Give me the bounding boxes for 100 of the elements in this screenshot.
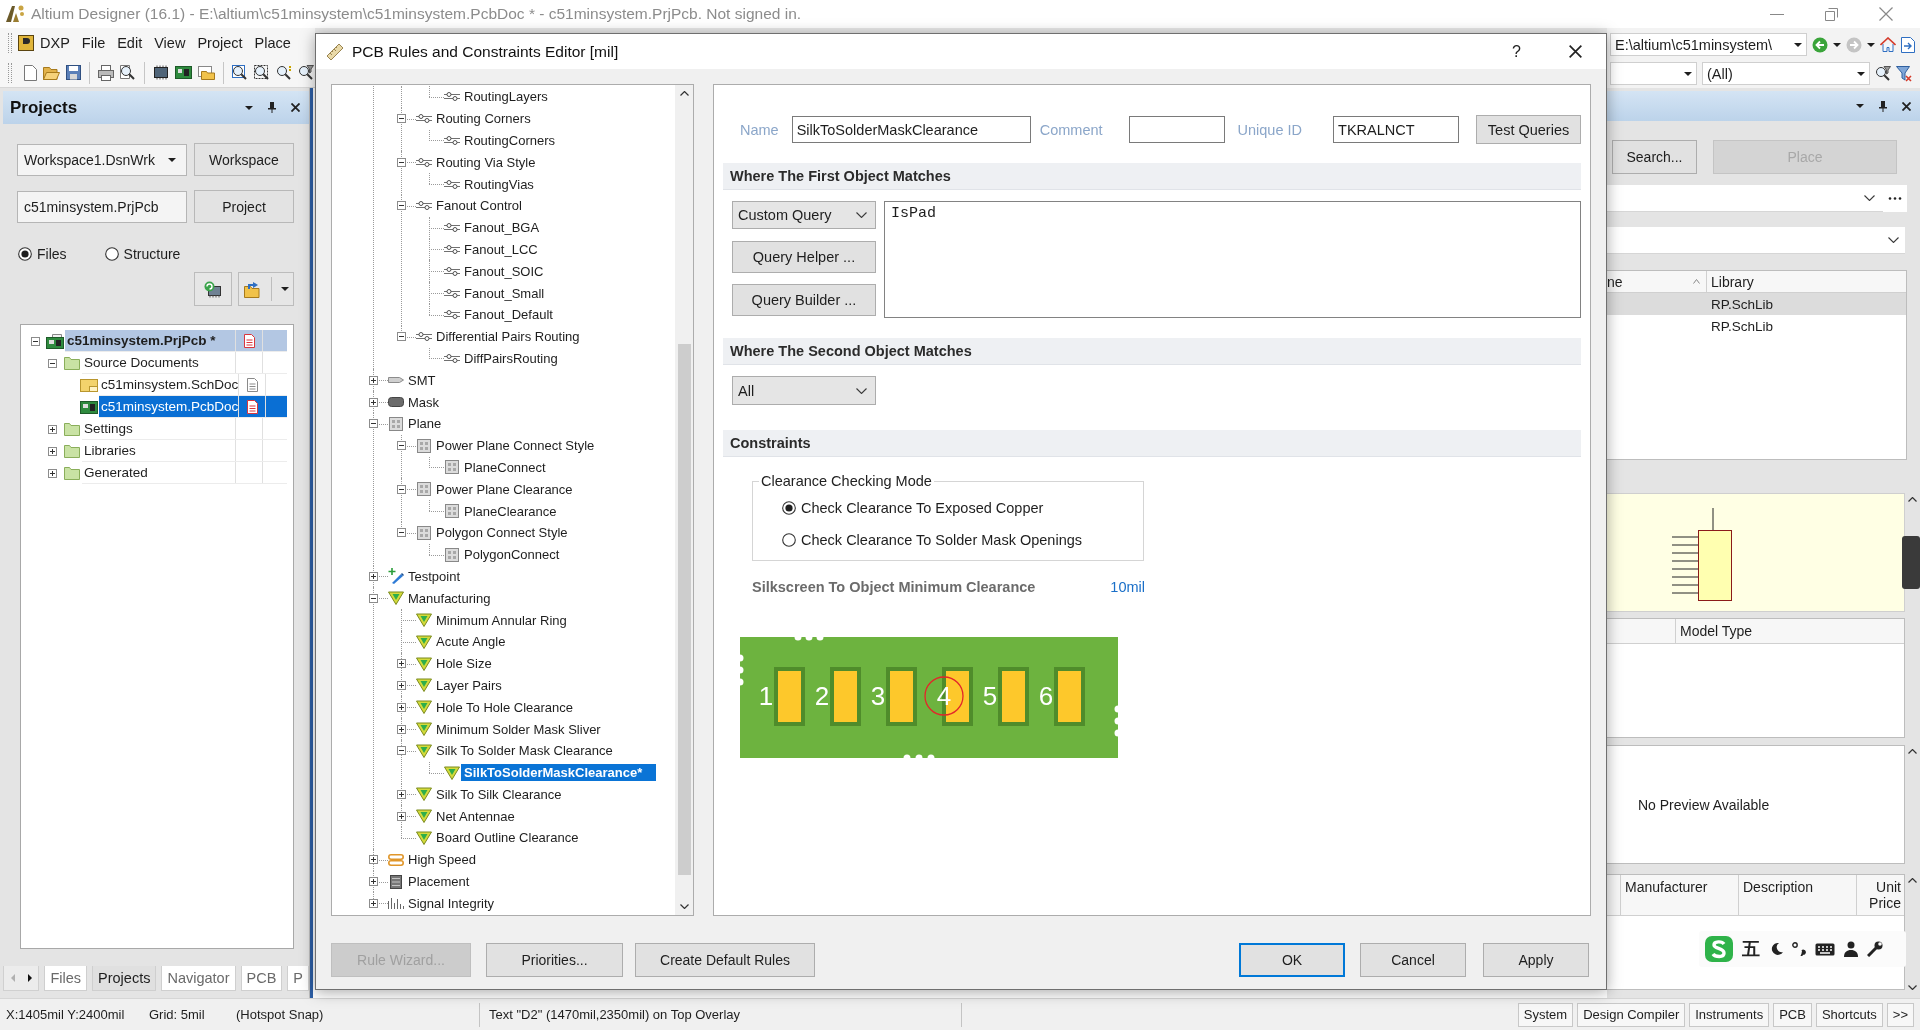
status-panel-button[interactable]: >> <box>1886 1002 1914 1027</box>
expander-toggle[interactable] <box>397 659 406 669</box>
workspace-dropdown[interactable]: Workspace1.DsnWrk <box>17 143 187 176</box>
panel-tab[interactable]: P <box>287 966 309 991</box>
tree-item[interactable]: Hole Size <box>433 655 495 673</box>
minimize-icon[interactable] <box>1770 13 1784 15</box>
radio-option[interactable]: Files <box>18 244 67 264</box>
scroll-up-icon[interactable] <box>1908 878 1917 883</box>
dock-handle[interactable] <box>1902 536 1920 589</box>
tree-item[interactable]: Settings <box>82 418 287 440</box>
dialog-button[interactable]: Priorities... <box>486 943 623 977</box>
filter-magnifier-icon[interactable] <box>1875 65 1891 82</box>
expander-toggle[interactable] <box>397 724 406 734</box>
folder-window-icon[interactable] <box>198 65 215 80</box>
tree-item[interactable]: Source Documents <box>82 352 287 374</box>
circuit-board-icon[interactable] <box>175 66 192 79</box>
status-panel-button[interactable]: Shortcuts <box>1815 1002 1883 1027</box>
expander-toggle[interactable] <box>397 680 406 690</box>
pin-icon[interactable] <box>1879 100 1887 112</box>
tree-item[interactable]: RoutingLayers <box>461 88 551 106</box>
caret-down-icon[interactable] <box>1867 42 1875 47</box>
expander-toggle[interactable] <box>397 528 406 538</box>
tree-item[interactable]: Power Plane Clearance <box>433 480 576 498</box>
punctuation-icon[interactable] <box>1792 942 1806 956</box>
menu-item[interactable]: Place <box>248 35 297 51</box>
caret-down-icon[interactable] <box>1684 71 1692 76</box>
caret-down-icon[interactable] <box>1833 42 1841 47</box>
scroll-right-icon[interactable] <box>27 974 32 982</box>
expander-toggle[interactable] <box>369 593 378 603</box>
expander-toggle[interactable] <box>369 877 378 887</box>
expander-toggle[interactable] <box>48 358 57 368</box>
tree-item[interactable]: Minimum Solder Mask Sliver <box>433 720 604 738</box>
tree-item[interactable]: PolygonConnect <box>461 546 563 564</box>
expander-toggle[interactable] <box>397 201 406 211</box>
tree-item[interactable]: Fanout Control <box>433 197 525 215</box>
table-row[interactable]: RP.SchLib <box>1607 293 1906 315</box>
tree-item[interactable]: Testpoint <box>405 567 464 585</box>
status-panel-button[interactable]: Design Compiler <box>1577 1002 1686 1027</box>
scrollbar-thumb[interactable] <box>677 344 691 875</box>
caret-down-icon[interactable] <box>1857 71 1865 76</box>
tool-button[interactable] <box>194 272 232 306</box>
tree-item[interactable]: Fanout_Default <box>461 306 556 324</box>
chip-icon[interactable] <box>153 65 169 80</box>
chevron-down-icon[interactable] <box>856 387 867 394</box>
tree-item[interactable]: PlaneClearance <box>461 502 560 520</box>
status-panel-button[interactable]: System <box>1517 1002 1574 1027</box>
expander-toggle[interactable] <box>397 332 406 342</box>
caret-down-icon[interactable] <box>168 157 176 162</box>
keyboard-icon[interactable] <box>1815 942 1835 956</box>
expander-toggle[interactable] <box>31 336 40 346</box>
project-field[interactable]: c51minsystem.PrjPcb <box>17 190 187 223</box>
scope-dropdown[interactable]: All <box>732 376 876 405</box>
search-button[interactable]: Search... <box>1612 140 1697 174</box>
radio-option[interactable]: Check Clearance To Solder Mask Openings <box>782 530 1143 550</box>
tree-item[interactable]: Libraries <box>82 440 287 462</box>
expander-toggle[interactable] <box>369 855 378 865</box>
tree-item[interactable]: SMT <box>405 371 439 389</box>
caret-down-icon[interactable] <box>1856 104 1864 108</box>
tree-item[interactable]: Manufacturing <box>405 589 494 607</box>
tree-item[interactable]: c51minsystem.PcbDoc <box>99 396 287 418</box>
expander-toggle[interactable] <box>369 898 378 908</box>
square-logo-icon[interactable] <box>18 35 34 51</box>
new-document-icon[interactable] <box>24 64 37 81</box>
zoom-area-icon[interactable] <box>254 64 270 81</box>
table-row[interactable]: RP.SchLib <box>1607 315 1906 337</box>
chevron-down-icon[interactable] <box>856 212 867 218</box>
dialog-button[interactable]: Cancel <box>1360 943 1466 977</box>
tree-item[interactable]: DiffPairsRouting <box>461 349 561 367</box>
radio-option[interactable]: Check Clearance To Exposed Copper <box>782 498 1143 518</box>
scroll-up-icon[interactable] <box>1908 497 1917 502</box>
column-header[interactable]: Manufacturer <box>1620 875 1738 915</box>
panel-tab[interactable]: Files <box>44 966 88 991</box>
person-icon[interactable] <box>1844 941 1858 957</box>
tree-item[interactable]: Fanout_Small <box>461 284 548 302</box>
status-panel-button[interactable]: PCB <box>1773 1002 1812 1027</box>
radio-icon[interactable] <box>104 247 119 261</box>
tree-item[interactable]: Silk To Solder Mask Clearance <box>433 742 616 760</box>
tree-item[interactable]: Fanout_LCC <box>461 240 541 258</box>
tree-item[interactable]: SilkToSolderMaskClearance* <box>461 764 657 782</box>
panel-tab[interactable]: Navigator <box>161 966 236 991</box>
close-icon[interactable] <box>1569 45 1582 58</box>
more-icon[interactable] <box>1883 185 1907 212</box>
scroll-up-icon[interactable] <box>679 91 689 96</box>
tree-item[interactable]: Routing Corners <box>433 110 534 128</box>
tree-item[interactable]: Polygon Connect Style <box>433 524 571 542</box>
column-header[interactable]: Description <box>1738 875 1856 915</box>
filter-dropdown[interactable]: (All) <box>1702 62 1870 85</box>
scroll-down-icon[interactable] <box>679 904 689 909</box>
chevron-down-icon[interactable] <box>1864 195 1875 201</box>
radio-option[interactable]: Structure <box>104 244 181 264</box>
query-button[interactable]: Query Builder ... <box>732 284 876 316</box>
workspace-button[interactable]: Workspace <box>194 143 294 176</box>
tree-item[interactable]: Plane <box>405 415 445 433</box>
logo-icon[interactable] <box>1705 936 1733 962</box>
pin-icon[interactable] <box>268 102 276 113</box>
panel-tab[interactable]: Projects <box>92 966 157 991</box>
caret-down-icon[interactable] <box>245 105 253 110</box>
column-header[interactable]: Unit Price <box>1856 875 1904 915</box>
tree-item[interactable]: Fanout_BGA <box>461 219 543 237</box>
open-folder-icon[interactable] <box>43 65 60 80</box>
